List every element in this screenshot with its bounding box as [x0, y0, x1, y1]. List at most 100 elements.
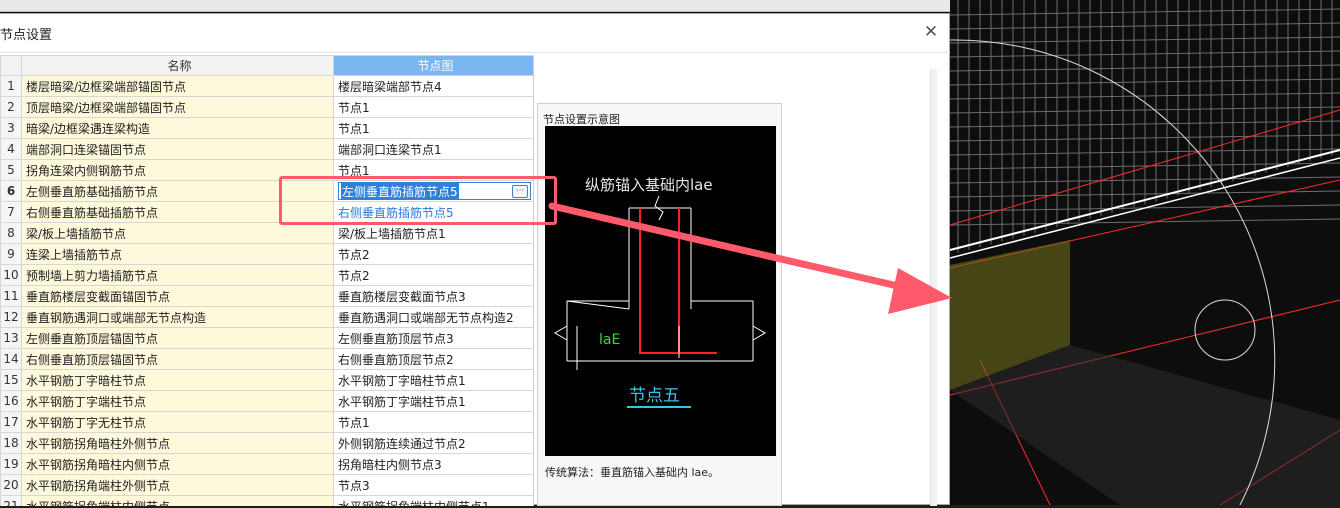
table-row[interactable]: 6 左侧垂直筋基础插筋节点 左侧垂直筋插筋节点5 ···: [0, 180, 533, 202]
top-toolbar-strip: [0, 0, 950, 12]
row-node-cell[interactable]: 梁/板上墙插筋节点1: [333, 222, 533, 244]
node-description: 传统算法：垂直筋锚入基础内 lae。: [545, 466, 720, 479]
row-number: 17: [0, 411, 22, 433]
row-number: 19: [0, 453, 22, 475]
row-name-cell: 右侧垂直筋基础插筋节点: [21, 201, 334, 223]
row-name-cell: 垂直钢筋遇洞口或端部无节点构造: [21, 306, 334, 328]
row-node-cell[interactable]: 楼层暗梁端部节点4: [333, 75, 533, 97]
row-number: 6: [0, 180, 22, 202]
node-edit-text[interactable]: 左侧垂直筋插筋节点5: [341, 182, 459, 200]
row-number: 8: [0, 222, 22, 244]
table-row[interactable]: 2 顶层暗梁/边框梁端部锚固节点 节点1: [0, 96, 533, 118]
table-row[interactable]: 16 水平钢筋丁字端柱节点 水平钢筋丁字端柱节点1: [0, 390, 533, 412]
row-number: 9: [0, 243, 22, 265]
node-diagram-canvas: 纵筋锚入基础内lae laE 节点五: [554, 176, 766, 408]
vertical-scrollbar[interactable]: [930, 69, 937, 506]
preview-label: 节点设置示意图: [543, 113, 620, 126]
row-name-cell: 水平钢筋拐角暗柱外侧节点: [21, 432, 334, 454]
row-node-cell[interactable]: 右侧垂直筋插筋节点5: [333, 201, 533, 223]
row-node-cell[interactable]: 右侧垂直筋顶层节点2: [333, 348, 533, 370]
title-divider: [0, 52, 950, 53]
row-name-cell: 左侧垂直筋顶层锚固节点: [21, 327, 334, 349]
node-title: 节点五: [629, 386, 680, 406]
orbit-center-circle: [1194, 299, 1256, 361]
row-name-cell: 水平钢筋拐角端柱外侧节点: [21, 474, 334, 496]
row-node-cell[interactable]: 水平钢筋丁字端柱节点1: [333, 390, 533, 412]
row-name-cell: 预制墙上剪力墙插筋节点: [21, 264, 334, 286]
table-row[interactable]: 1 楼层暗梁/边框梁端部锚固节点 楼层暗梁端部节点4: [0, 75, 533, 97]
table-row[interactable]: 17 水平钢筋丁字无柱节点 节点1: [0, 411, 533, 433]
dialog-title: 节点设置: [0, 28, 53, 43]
row-number: 11: [0, 285, 22, 307]
node-preview-panel: 节点设置示意图 纵筋锚入基础内lae laE 节点五 传统算法：垂直筋锚入基础内…: [537, 103, 782, 506]
row-node-cell[interactable]: 水平钢筋拐角端柱内侧节点1: [333, 495, 533, 506]
row-node-cell[interactable]: 垂直筋遇洞口或端部无节点构造2: [333, 306, 533, 328]
table-row[interactable]: 4 端部洞口连梁锚固节点 端部洞口连梁节点1: [0, 138, 533, 160]
row-node-cell[interactable]: 节点1: [333, 159, 533, 181]
row-node-cell[interactable]: 水平钢筋丁字暗柱节点1: [333, 369, 533, 391]
row-number: 2: [0, 96, 22, 118]
column-header-node[interactable]: 节点图: [333, 55, 533, 76]
row-number: 7: [0, 201, 22, 223]
row-node-cell[interactable]: 节点2: [333, 243, 533, 265]
row-node-cell[interactable]: 节点1: [333, 117, 533, 139]
row-node-cell[interactable]: 端部洞口连梁节点1: [333, 138, 533, 160]
row-number: 10: [0, 264, 22, 286]
row-number: 13: [0, 327, 22, 349]
row-number-header: [0, 55, 22, 76]
row-name-cell: 连梁上墙插筋节点: [21, 243, 334, 265]
table-row[interactable]: 11 垂直筋楼层变截面锚固节点 垂直筋楼层变截面节点3: [0, 285, 533, 307]
row-node-cell[interactable]: 左侧垂直筋插筋节点5 ···: [333, 180, 533, 202]
row-name-cell: 水平钢筋拐角暗柱内侧节点: [21, 453, 334, 475]
row-node-cell[interactable]: 垂直筋楼层变截面节点3: [333, 285, 533, 307]
floor-slab: [950, 345, 1340, 505]
table-row[interactable]: 19 水平钢筋拐角暗柱内侧节点 拐角暗柱内侧节点3: [0, 453, 533, 475]
column-header-name[interactable]: 名称: [21, 55, 334, 76]
dimension-label: laE: [599, 332, 620, 348]
row-node-cell[interactable]: 节点1: [333, 96, 533, 118]
rebar-mesh: [949, 0, 1340, 253]
row-name-cell: 水平钢筋拐角端柱内侧节点: [21, 495, 334, 506]
table-row[interactable]: 20 水平钢筋拐角端柱外侧节点 节点3: [0, 474, 533, 496]
node-settings-table: 名称 节点图 1 楼层暗梁/边框梁端部锚固节点 楼层暗梁端部节点4 2 顶层暗梁/边框梁…: [0, 55, 534, 506]
row-node-cell[interactable]: 节点2: [333, 264, 533, 286]
row-number: 4: [0, 138, 22, 160]
table-row[interactable]: 9 连梁上墙插筋节点 节点2: [0, 243, 533, 265]
row-number: 3: [0, 117, 22, 139]
row-node-cell[interactable]: 节点3: [333, 474, 533, 496]
table-row[interactable]: 8 梁/板上墙插筋节点 梁/板上墙插筋节点1: [0, 222, 533, 244]
table-row[interactable]: 3 暗梁/边框梁遇连梁构造 节点1: [0, 117, 533, 139]
table-row[interactable]: 13 左侧垂直筋顶层锚固节点 左侧垂直筋顶层节点3: [0, 327, 533, 349]
row-number: 15: [0, 369, 22, 391]
table-row[interactable]: 21水平钢筋拐角端柱内侧节点水平钢筋拐角端柱内侧节点1: [0, 495, 533, 506]
table-row[interactable]: 10 预制墙上剪力墙插筋节点 节点2: [0, 264, 533, 286]
row-name-cell: 水平钢筋丁字无柱节点: [21, 411, 334, 433]
table-header-row: 名称 节点图: [0, 55, 533, 76]
row-name-cell: 右侧垂直筋顶层锚固节点: [21, 348, 334, 370]
row-node-cell[interactable]: 节点1: [333, 411, 533, 433]
row-number: 20: [0, 474, 22, 496]
row-node-cell[interactable]: 外侧钢筋连续通过节点2: [333, 432, 533, 454]
table-row[interactable]: 7 右侧垂直筋基础插筋节点 右侧垂直筋插筋节点5: [0, 201, 533, 223]
table-row[interactable]: 5 拐角连梁内侧钢筋节点 节点1: [0, 159, 533, 181]
table-row[interactable]: 12 垂直钢筋遇洞口或端部无节点构造 垂直筋遇洞口或端部无节点构造2: [0, 306, 533, 328]
row-node-cell[interactable]: 左侧垂直筋顶层节点3: [333, 327, 533, 349]
row-name-cell: 端部洞口连梁锚固节点: [21, 138, 334, 160]
node-edit-field[interactable]: 左侧垂直筋插筋节点5 ···: [338, 182, 531, 200]
table-row[interactable]: 18 水平钢筋拐角暗柱外侧节点 外侧钢筋连续通过节点2: [0, 432, 533, 454]
node-settings-dialog: 节点设置 ✕ 名称 节点图 1 楼层暗梁/边框梁端部锚固节点 楼层暗梁端部节点4 2 顶…: [0, 13, 950, 506]
row-number: 12: [0, 306, 22, 328]
row-node-cell[interactable]: 拐角暗柱内侧节点3: [333, 453, 533, 475]
row-name-cell: 梁/板上墙插筋节点: [21, 222, 334, 244]
row-number: 21: [0, 495, 22, 506]
table-row[interactable]: 15 水平钢筋丁字暗柱节点 水平钢筋丁字暗柱节点1: [0, 369, 533, 391]
ellipsis-button[interactable]: ···: [512, 184, 528, 198]
row-name-cell: 拐角连梁内侧钢筋节点: [21, 159, 334, 181]
row-number: 18: [0, 432, 22, 454]
diagram-caption: 纵筋锚入基础内lae: [585, 176, 713, 194]
row-number: 16: [0, 390, 22, 412]
row-name-cell: 垂直筋楼层变截面锚固节点: [21, 285, 334, 307]
row-name-cell: 水平钢筋丁字端柱节点: [21, 390, 334, 412]
table-row[interactable]: 14 右侧垂直筋顶层锚固节点 右侧垂直筋顶层节点2: [0, 348, 533, 370]
close-icon[interactable]: ✕: [921, 22, 941, 42]
